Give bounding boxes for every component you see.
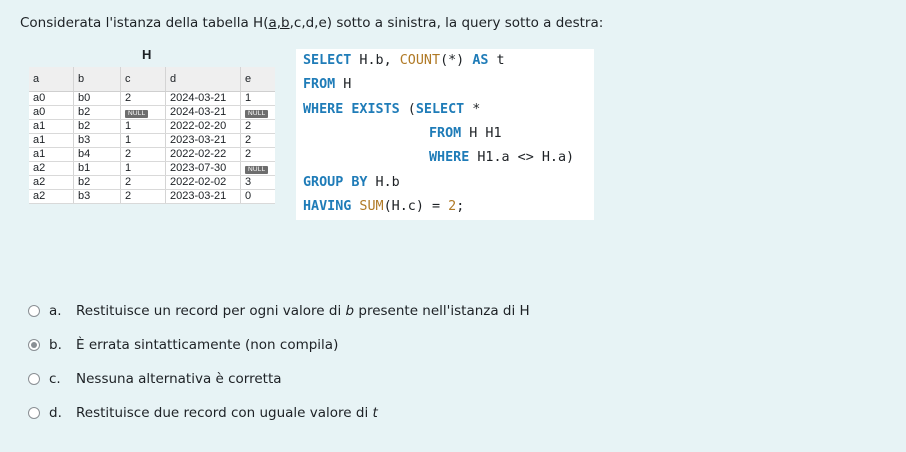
table-cell-b: b3	[73, 133, 121, 148]
table-cell-a: a2	[29, 161, 74, 176]
null-badge: NULL	[245, 110, 269, 118]
null-badge: NULL	[245, 166, 269, 174]
table-row: a0 b0 2 2024-03-21 1	[29, 91, 275, 106]
column-header-c: c	[120, 67, 166, 92]
table-cell-e: 2	[240, 147, 275, 162]
table-cell-a: a0	[29, 91, 74, 106]
table-cell-a: a0	[29, 105, 74, 120]
table-cell-d: 2023-03-21	[165, 133, 241, 148]
option-label: È errata sintatticamente (non compila)	[76, 337, 339, 353]
table-cell-d: 2023-03-21	[165, 189, 241, 204]
radio-button[interactable]	[28, 407, 40, 419]
table-cell-e: 3	[240, 175, 275, 190]
table-cell-e: NULL	[240, 161, 275, 176]
table-row: a2 b2 2 2022-02-02 3	[29, 175, 275, 190]
table-cell-e: 2	[240, 133, 275, 148]
answer-option-d[interactable]: d. Restituisce due record con uguale valo…	[28, 403, 378, 423]
table-cell-d: 2022-02-22	[165, 147, 241, 162]
table-cell-a: a1	[29, 147, 74, 162]
option-letter: b.	[49, 337, 62, 353]
table-cell-d: 2023-07-30	[165, 161, 241, 176]
table-row: a1 b3 1 2023-03-21 2	[29, 133, 275, 148]
sql-line-1: SELECT H.b, COUNT(*) AS t	[303, 53, 505, 68]
table-cell-b: b2	[73, 119, 121, 134]
option-label: Restituisce un record per ogni valore di…	[76, 303, 530, 319]
sql-query: SELECT H.b, COUNT(*) AS t FROM H WHERE E…	[296, 49, 594, 220]
table-cell-a: a1	[29, 133, 74, 148]
table-cell-c: 1	[120, 161, 166, 176]
radio-button[interactable]	[28, 305, 40, 317]
table-title: H	[142, 47, 152, 62]
column-header-a: a	[29, 67, 74, 92]
table-row: a1 b2 1 2022-02-20 2	[29, 119, 275, 134]
table-cell-b: b3	[73, 189, 121, 204]
table-cell-c: 2	[120, 175, 166, 190]
question-text: Considerata l'istanza della tabella H(a,…	[20, 15, 604, 31]
table-cell-c: 1	[120, 119, 166, 134]
table-cell-b: b2	[73, 105, 121, 120]
table-cell-e: 2	[240, 119, 275, 134]
option-label: Nessuna alternativa è corretta	[76, 371, 282, 387]
table-cell-b: b1	[73, 161, 121, 176]
table-cell-d: 2024-03-21	[165, 105, 241, 120]
table-cell-a: a1	[29, 119, 74, 134]
option-letter: d.	[49, 405, 62, 421]
column-header-d: d	[165, 67, 241, 92]
table-row: a2 b3 2 2023-03-21 0	[29, 189, 275, 204]
table-cell-b: b0	[73, 91, 121, 106]
radio-dot-icon	[31, 342, 37, 348]
option-label: Restituisce due record con uguale valore…	[76, 405, 378, 421]
table-cell-d: 2022-02-20	[165, 119, 241, 134]
table-cell-e: 1	[240, 91, 275, 106]
option-letter: a.	[49, 303, 62, 319]
radio-button[interactable]	[28, 373, 40, 385]
option-letter: c.	[49, 371, 61, 387]
table-row: a1 b4 2 2022-02-22 2	[29, 147, 275, 162]
column-header-b: b	[73, 67, 121, 92]
sql-line-5: WHERE H1.a <> H.a)	[429, 150, 575, 165]
table-row: a2 b1 1 2023-07-30 NULL	[29, 161, 275, 176]
table-cell-c: NULL	[120, 105, 166, 120]
table-row: a0 b2 NULL 2024-03-21 NULL	[29, 105, 275, 120]
table-cell-b: b4	[73, 147, 121, 162]
table-cell-c: 2	[120, 147, 166, 162]
table-cell-a: a2	[29, 175, 74, 190]
answer-option-b[interactable]: b. È errata sintatticamente (non compila)	[28, 335, 338, 355]
column-header-e: e	[240, 67, 275, 92]
sql-line-4: FROM H H1	[429, 126, 502, 141]
radio-button[interactable]	[28, 339, 40, 351]
table-cell-d: 2022-02-02	[165, 175, 241, 190]
table-cell-c: 2	[120, 91, 166, 106]
table-cell-d: 2024-03-21	[165, 91, 241, 106]
primary-key-attributes: a,b	[268, 15, 290, 31]
table-cell-c: 2	[120, 189, 166, 204]
table-cell-b: b2	[73, 175, 121, 190]
sql-line-2: FROM H	[303, 77, 352, 92]
table-cell-c: 1	[120, 133, 166, 148]
table-cell-e: NULL	[240, 105, 275, 120]
answer-option-c[interactable]: c. Nessuna alternativa è corretta	[28, 369, 282, 389]
null-badge: NULL	[125, 110, 149, 118]
sql-line-7: HAVING SUM(H.c) = 2;	[303, 199, 465, 214]
table-h: a b c d e a0 b0 2 2024-03-21 1 a0 b2 NULL 2024-0…	[29, 67, 275, 204]
answer-option-a[interactable]: a. Restituisce un record per ogni valore …	[28, 301, 530, 321]
sql-line-3: WHERE EXISTS (SELECT *	[303, 102, 481, 117]
table-cell-e: 0	[240, 189, 275, 204]
table-header-row: a b c d e	[29, 67, 275, 92]
table-cell-a: a2	[29, 189, 74, 204]
sql-line-6: GROUP BY H.b	[303, 175, 400, 190]
